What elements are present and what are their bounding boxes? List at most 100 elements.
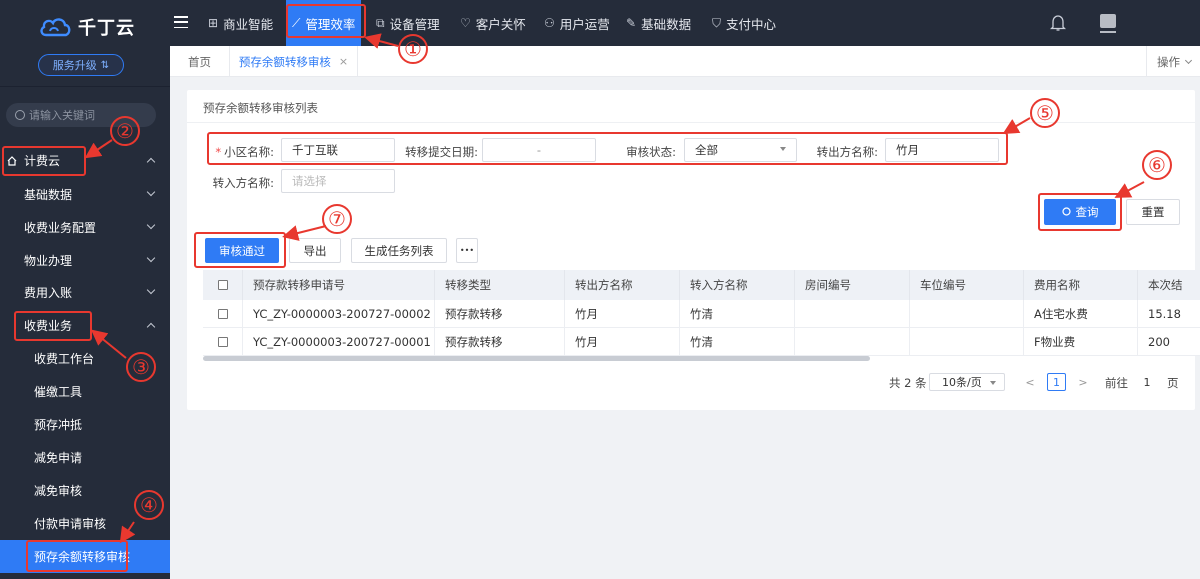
- generate-task-list-button[interactable]: 生成任务列表: [351, 238, 447, 263]
- more-button[interactable]: •••: [456, 238, 478, 263]
- table-cell: 竹月: [565, 300, 680, 327]
- nav-business-intelligence[interactable]: ⊞ 商业智能: [208, 0, 273, 46]
- next-page-button[interactable]: >: [1072, 373, 1094, 391]
- data-table: 预存款转移申请号 转移类型 转出方名称 转入方名称 房间编号 车位编号 费用名称…: [203, 270, 1200, 360]
- sidebar-item-fee-entry[interactable]: 费用入账: [0, 276, 170, 309]
- report-icon: ⊞: [208, 16, 219, 30]
- sidebar-item-property[interactable]: 物业办理: [0, 244, 170, 277]
- menu-toggle-icon[interactable]: [174, 16, 188, 28]
- goto-input[interactable]: 1: [1132, 373, 1162, 391]
- heart-icon: ♡: [460, 16, 471, 30]
- cloud-logo-icon: [40, 18, 71, 37]
- table-cell: 预存款转移: [435, 300, 565, 327]
- annotation-number-3: ③: [126, 352, 156, 382]
- prev-page-button[interactable]: <: [1019, 373, 1041, 391]
- row-checkbox[interactable]: [217, 336, 228, 347]
- nav-customer-care[interactable]: ♡ 客户关怀: [460, 0, 526, 46]
- nav-label: 设备管理: [389, 16, 440, 32]
- col-header[interactable]: 费用名称: [1024, 270, 1138, 300]
- table-cell: [910, 300, 1024, 327]
- nav-payment-center[interactable]: ⛉ 支付中心: [712, 0, 776, 46]
- col-header[interactable]: 转入方名称: [680, 270, 795, 300]
- status-select[interactable]: 全部: [684, 138, 797, 162]
- sidebar-item-fee-business[interactable]: 收费业务: [0, 309, 170, 342]
- annotation-number-6: ⑥: [1142, 150, 1172, 180]
- tab-home[interactable]: 首页: [170, 46, 230, 77]
- sidebar-item-label: 预存冲抵: [34, 418, 83, 432]
- nav-label: 用户运营: [559, 16, 610, 32]
- chevron-down-icon: [146, 187, 156, 197]
- tab-current[interactable]: 预存余额转移审核 ×: [230, 46, 358, 77]
- sidebar-item-label: 收费业务配置: [24, 221, 97, 235]
- annotation-number-1: ①: [398, 34, 428, 64]
- shield-icon: ⛉: [712, 15, 722, 30]
- col-header[interactable]: 房间编号: [795, 270, 910, 300]
- query-button[interactable]: 查询: [1044, 199, 1116, 225]
- top-navbar: ⊞ 商业智能 ⟋ 管理效率 ⧉ 设备管理 ♡ 客户关怀 ⚇ 用户运营 ✎ 基础数…: [170, 0, 1200, 46]
- sidebar-item-prepay-offset[interactable]: 预存冲抵: [0, 408, 170, 441]
- bell-icon[interactable]: [1050, 14, 1066, 32]
- sidebar-item-billing-cloud[interactable]: 计费云: [0, 144, 170, 177]
- nav-label: 管理效率: [305, 16, 356, 32]
- from-input[interactable]: 竹月: [885, 138, 999, 162]
- chevron-down-icon: [990, 381, 996, 385]
- reset-label: 重置: [1141, 205, 1165, 219]
- operations-dropdown[interactable]: 操作: [1146, 46, 1200, 77]
- date-label: 转移提交日期:: [405, 145, 478, 159]
- nav-label: 支付中心: [726, 16, 777, 32]
- sidebar-item-label: 收费工作台: [34, 352, 95, 366]
- sidebar-item-label: 付款申请审核: [34, 517, 107, 531]
- annotation-number-7: ⑦: [322, 204, 352, 234]
- tab-current-label: 预存余额转移审核: [238, 54, 331, 69]
- wrench-icon: ✎: [626, 16, 637, 30]
- row-checkbox[interactable]: [217, 308, 228, 319]
- nav-management-efficiency[interactable]: ⟋ 管理效率: [286, 0, 362, 46]
- export-button[interactable]: 导出: [289, 238, 341, 263]
- table-row[interactable]: YC_ZY-0000003-200727-00001 预存款转移 竹月 竹清 F…: [203, 328, 1200, 356]
- goto-value: 1: [1143, 375, 1151, 389]
- chevron-down-icon: [146, 220, 156, 230]
- col-header[interactable]: 车位编号: [910, 270, 1024, 300]
- avatar-underline: [1100, 31, 1116, 33]
- logo: 千丁云: [38, 12, 135, 42]
- to-placeholder: 请选择: [292, 174, 327, 188]
- date-range-input[interactable]: -: [482, 138, 596, 162]
- nav-user-operations[interactable]: ⚇ 用户运营: [544, 0, 610, 46]
- status-label: 审核状态:: [626, 145, 676, 159]
- goto-label: 前往: [1105, 376, 1128, 390]
- nav-basic-data[interactable]: ✎ 基础数据: [626, 0, 691, 46]
- chevron-down-icon: [1184, 56, 1193, 64]
- col-header[interactable]: 转移类型: [435, 270, 565, 300]
- table-cell: 竹清: [680, 300, 795, 327]
- reset-button[interactable]: 重置: [1126, 199, 1180, 225]
- chevron-down-icon: [146, 285, 156, 295]
- annotation-number-4: ④: [134, 490, 164, 520]
- page-size-select[interactable]: 10条/页: [929, 373, 1005, 391]
- sidebar-item-prepay-transfer-review[interactable]: 预存余额转移审核: [0, 540, 170, 573]
- close-icon[interactable]: ×: [339, 55, 348, 68]
- annotation-number-2: ②: [110, 116, 140, 146]
- sidebar-item-label: 物业办理: [24, 254, 73, 268]
- to-select[interactable]: 请选择: [281, 169, 395, 193]
- upgrade-button[interactable]: 服务升级 ⇅: [38, 54, 124, 76]
- approve-button[interactable]: 审核通过: [205, 238, 279, 263]
- sidebar-item-basic-data[interactable]: 基础数据: [0, 178, 170, 211]
- row-select-cell: [203, 300, 243, 327]
- table-cell: [910, 328, 1024, 355]
- table-cell: F物业费: [1024, 328, 1138, 355]
- horizontal-scrollbar[interactable]: [203, 356, 870, 361]
- col-header[interactable]: 本次结: [1138, 270, 1200, 300]
- table-row[interactable]: YC_ZY-0000003-200727-00002 预存款转移 竹月 竹清 A…: [203, 300, 1200, 328]
- sidebar-item-fee-config[interactable]: 收费业务配置: [0, 211, 170, 244]
- page-number-1[interactable]: 1: [1047, 373, 1066, 391]
- sidebar-divider: [0, 86, 170, 87]
- sidebar-item-waiver-apply[interactable]: 减免申请: [0, 441, 170, 474]
- select-all-checkbox[interactable]: [217, 280, 228, 290]
- col-header[interactable]: 预存款转移申请号: [243, 270, 435, 300]
- community-input[interactable]: 千丁互联: [281, 138, 395, 162]
- col-header[interactable]: 转出方名称: [565, 270, 680, 300]
- from-value: 竹月: [896, 143, 919, 157]
- avatar[interactable]: [1100, 14, 1116, 28]
- from-label: 转出方名称:: [816, 145, 878, 159]
- home-icon: [7, 156, 17, 166]
